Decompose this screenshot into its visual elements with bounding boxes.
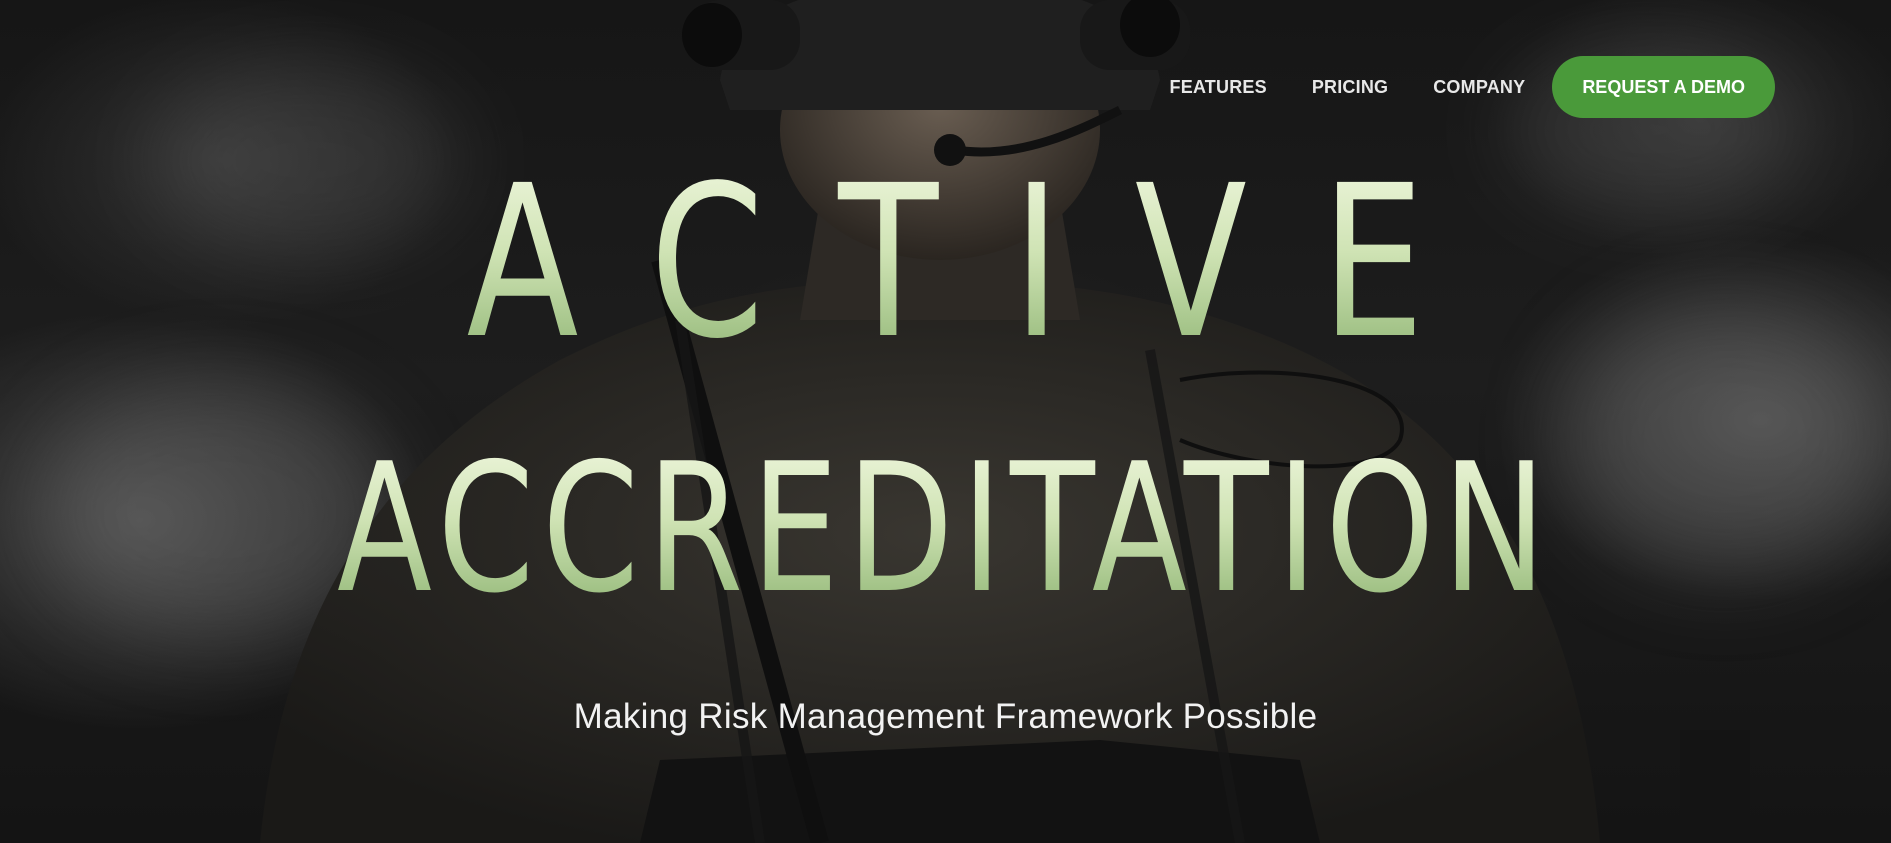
request-demo-button[interactable]: REQUEST A DEMO [1552,56,1775,118]
hero-subtitle: Making Risk Management Framework Possibl… [573,697,1318,736]
hero-section: FEATURES PRICING COMPANY REQUEST A DEMO … [0,0,1891,843]
main-navigation: FEATURES PRICING COMPANY REQUEST A DEMO [1170,56,1775,118]
hero-title-line-1: ACTIVE [208,158,1683,368]
nav-link-company[interactable]: COMPANY [1433,77,1525,98]
nav-link-pricing[interactable]: PRICING [1312,77,1388,98]
nav-link-features[interactable]: FEATURES [1170,77,1267,98]
hero-title-line-2: ACCREDITATION [208,440,1683,618]
